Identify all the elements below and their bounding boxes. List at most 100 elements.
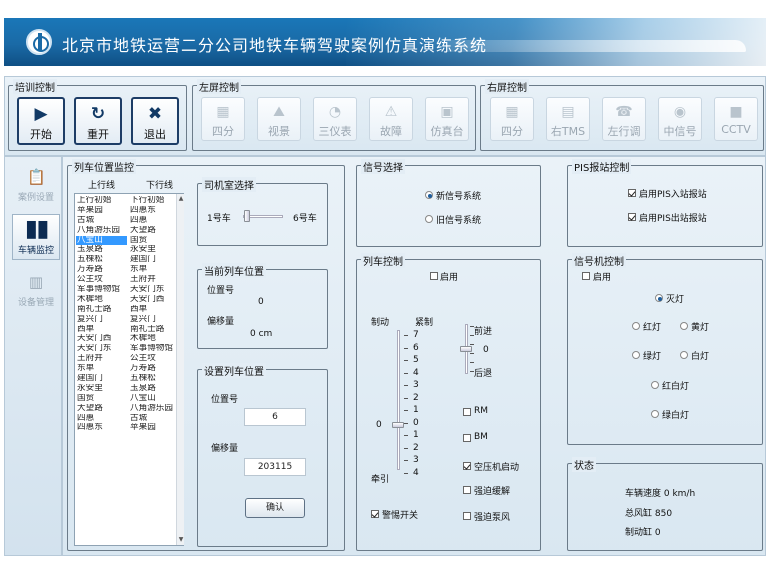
up-station-item[interactable]: 南礼士路 [76,305,127,315]
down-station-item[interactable]: 苹果园 [129,423,175,433]
green-white-light-radio[interactable] [651,410,659,418]
signal-machine-enable-label: 启用 [593,273,612,283]
right-tms-button[interactable]: ▤ 右TMS [546,97,590,141]
left-quad-split-button[interactable]: ▦ 四分 [201,97,245,141]
nav-vehicle-monitor[interactable]: ▊▊ 车辆监控 [12,214,60,260]
down-station-item[interactable]: 五棵松 [129,374,175,384]
train-control-checkbox[interactable] [463,434,471,442]
up-station-item[interactable]: 大望路 [76,404,127,414]
down-station-item[interactable]: 建国门 [129,255,175,265]
scroll-down-icon[interactable]: ▼ [177,536,185,544]
left-console-button[interactable]: ▣ 仿真台 [425,97,469,141]
nav-device-management[interactable]: ▥ 设备管理 [12,267,60,313]
cab-slider-thumb[interactable] [244,210,250,222]
down-station-item[interactable]: 复兴门 [129,315,175,325]
green-white-light-label: 绿白灯 [662,411,690,421]
left-gauge-button[interactable]: ◔ 三仪表 [313,97,357,141]
up-line-list[interactable]: 上行初始 苹果园 古城 八角游乐园 八宝山 玉泉路 五棵松 万寿路 公主坟 军事博物馆 木樨地 南礼士… [76,196,127,433]
up-station-item[interactable]: 公主坟 [76,275,127,285]
down-station-item[interactable]: 玉泉路 [129,384,175,394]
down-station-item[interactable]: 军事博物馆 [129,344,175,354]
set-position-number-input[interactable]: 6 [244,408,306,426]
up-station-item[interactable]: 万寿路 [76,265,127,275]
down-station-item[interactable]: 四惠东 [129,206,175,216]
up-station-item[interactable]: 木樨地 [76,295,127,305]
up-station-item[interactable]: 八宝山 [76,235,127,246]
right-signal-button[interactable]: ◉ 中信号 [658,97,702,141]
red-light-radio[interactable] [632,322,640,330]
up-station-item[interactable]: 国贸 [76,394,127,404]
up-station-item[interactable]: 古城 [76,216,127,226]
set-offset-input[interactable]: 203115 [244,458,306,476]
down-station-item[interactable]: 四惠 [129,216,175,226]
up-station-item[interactable]: 王府井 [76,354,127,364]
up-station-item[interactable]: 西单 [76,325,127,335]
pis-departure-checkbox[interactable] [628,213,636,221]
direction-thumb[interactable] [460,346,472,352]
train-control-checkbox[interactable] [463,408,471,416]
down-station-item[interactable]: 古城 [129,414,175,424]
new-signal-radio[interactable] [425,191,433,199]
right-dispatch-button[interactable]: ☎ 左行调 [602,97,646,141]
left-fault-button[interactable]: ⚠ 故障 [369,97,413,141]
left-scene-button[interactable]: ⛰ 视景 [257,97,301,141]
green-light-radio[interactable] [632,351,640,359]
scroll-up-icon[interactable]: ▲ [177,195,185,203]
down-station-item[interactable]: 八宝山 [129,394,175,404]
signal-machine-enable-checkbox[interactable] [582,272,590,280]
train-control-enable-checkbox[interactable] [430,272,438,280]
down-station-item[interactable]: 南礼士路 [129,325,175,335]
up-station-item[interactable]: 永安里 [76,384,127,394]
train-control-checkbox[interactable] [463,512,471,520]
old-signal-radio[interactable] [425,215,433,223]
down-station-item[interactable]: 东单 [129,265,175,275]
red-white-light-radio[interactable] [651,381,659,389]
up-station-item[interactable]: 东单 [76,364,127,374]
yellow-light-radio[interactable] [680,322,688,330]
pis-arrival-checkbox[interactable] [628,189,636,197]
up-station-item[interactable]: 建国门 [76,374,127,384]
up-station-item[interactable]: 复兴门 [76,315,127,325]
start-button[interactable]: ▶ 开始 [17,97,65,145]
exit-button[interactable]: ✖ 退出 [131,97,179,145]
light-off-radio[interactable] [655,294,663,302]
down-station-item[interactable]: 天安门西 [129,295,175,305]
right-screen-control-legend: 右屏控制 [485,79,529,94]
up-station-item[interactable]: 天安门东 [76,344,127,354]
up-station-item[interactable]: 上行初始 [76,196,127,206]
up-station-item[interactable]: 玉泉路 [76,245,127,255]
master-controller-thumb[interactable] [392,422,404,428]
up-station-item[interactable]: 四惠 [76,414,127,424]
up-station-item[interactable]: 天安门西 [76,334,127,344]
down-station-item[interactable]: 国贸 [129,236,175,246]
down-station-item[interactable]: 大望路 [129,226,175,236]
down-line-list[interactable]: 下行初始 四惠东 四惠 大望路 国贸 永安里 建国门 东单 王府井 天安门东 天安门西 西单 复兴门 南礼… [129,196,175,433]
down-station-item[interactable]: 永安里 [129,245,175,255]
alert-switch-checkbox[interactable] [371,510,379,518]
down-station-item[interactable]: 下行初始 [129,196,175,206]
down-station-item[interactable]: 木樨地 [129,334,175,344]
set-position-number-label: 位置号 [211,395,239,405]
down-station-item[interactable]: 公主坟 [129,354,175,364]
up-station-item[interactable]: 八角游乐园 [76,226,127,236]
down-station-item[interactable]: 王府井 [129,275,175,285]
down-station-item[interactable]: 八角游乐园 [129,404,175,414]
confirm-button[interactable]: 确认 [245,498,305,518]
restart-button[interactable]: ↻ 重开 [74,97,122,145]
train-control-checkbox[interactable] [463,486,471,494]
station-list-scrollbar[interactable]: ▲ ▼ [176,194,184,545]
up-station-item[interactable]: 军事博物馆 [76,285,127,295]
right-cctv-button[interactable]: ■ CCTV [714,97,758,141]
up-station-item[interactable]: 四惠东 [76,423,127,433]
up-station-item[interactable]: 苹果园 [76,206,127,216]
master-controller-track[interactable] [397,330,400,470]
nav-case-settings[interactable]: 📋 案例设置 [12,162,60,208]
up-station-item[interactable]: 五棵松 [76,255,127,265]
station-listbox[interactable]: 上行初始 苹果园 古城 八角游乐园 八宝山 玉泉路 五棵松 万寿路 公主坟 军事博物馆 木樨地 南礼士… [74,193,184,546]
right-quad-split-button[interactable]: ▦ 四分 [490,97,534,141]
down-station-item[interactable]: 西单 [129,305,175,315]
down-station-item[interactable]: 天安门东 [129,285,175,295]
train-control-checkbox[interactable] [463,462,471,470]
down-station-item[interactable]: 万寿路 [129,364,175,374]
white-light-radio[interactable] [680,351,688,359]
